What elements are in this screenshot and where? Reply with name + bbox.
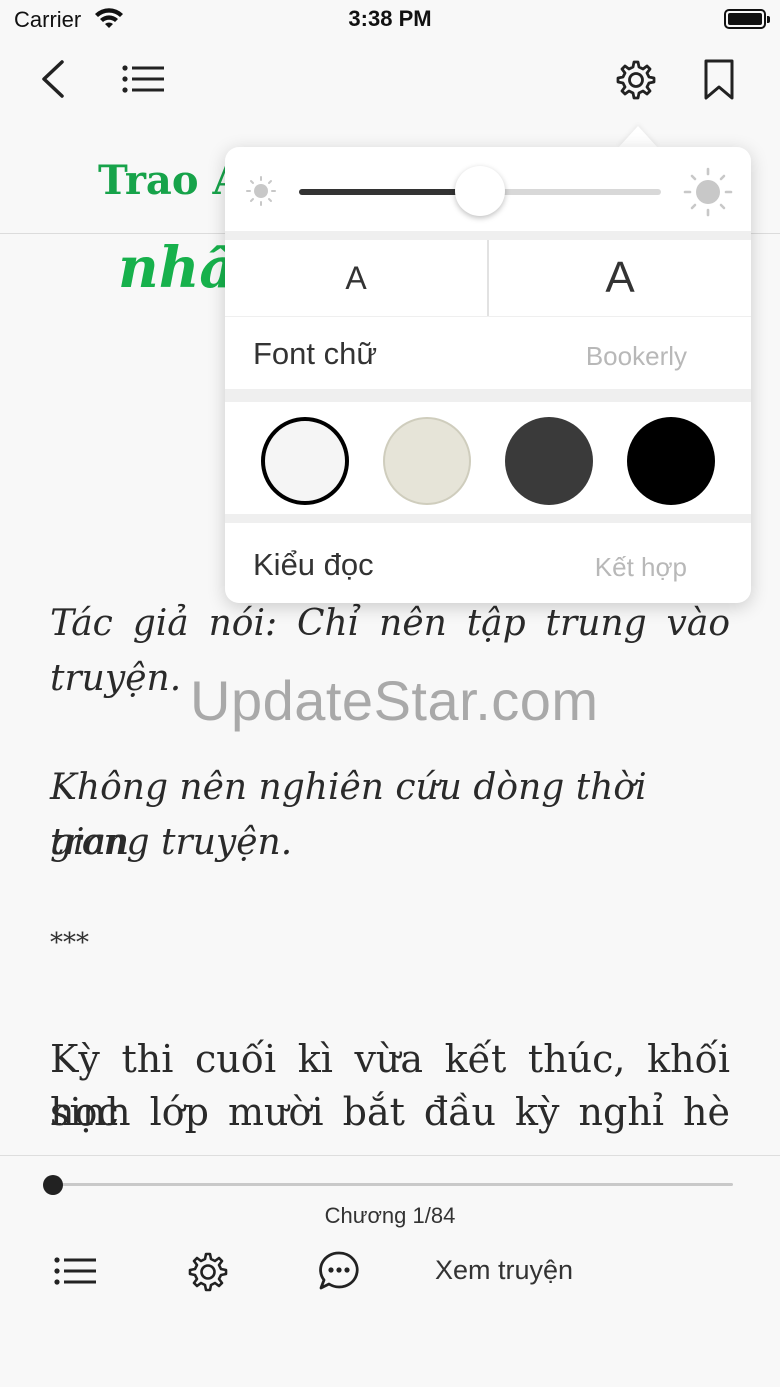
brightness-row — [225, 147, 751, 231]
chat-icon[interactable] — [318, 1250, 360, 1292]
back-icon[interactable] — [38, 58, 68, 100]
theme-white-swatch[interactable] — [261, 417, 349, 505]
read-story-button[interactable]: Xem truyện — [435, 1255, 573, 1286]
font-size-row: A A — [225, 240, 751, 316]
reading-mode-label: Kiểu đọc — [253, 547, 374, 582]
bottom-toolbar — [0, 1155, 780, 1387]
reading-mode-row[interactable]: Kiểu đọc Kết hợp — [225, 523, 751, 603]
settings-gear-icon[interactable] — [188, 1252, 228, 1292]
font-row[interactable]: Font chữ Bookerly — [225, 317, 751, 389]
chapter-title-line1: Trao A — [98, 157, 244, 204]
chapter-progress-track[interactable] — [53, 1183, 733, 1186]
font-value: Bookerly — [585, 341, 687, 371]
status-time: 3:38 PM — [348, 6, 432, 31]
status-bar: Carrier 3:38 PM — [0, 0, 780, 40]
gear-icon[interactable] — [616, 60, 656, 100]
theme-black-swatch[interactable] — [627, 417, 715, 505]
decrease-font-size-button[interactable]: A — [225, 240, 487, 316]
watermark: UpdateStar.com — [190, 669, 599, 732]
list-icon[interactable] — [54, 1256, 98, 1286]
paragraph-3-line-2: sinh lớp mười bắt đầu kỳ nghỉ hè — [50, 1090, 730, 1134]
bookmark-icon[interactable] — [702, 58, 736, 102]
theme-sepia-swatch[interactable] — [383, 417, 471, 505]
paragraph-2-line-2: trong truyện. — [50, 822, 293, 863]
brightness-fill — [299, 189, 480, 195]
font-label: Font chữ — [253, 336, 378, 371]
brightness-slider-knob[interactable] — [455, 166, 505, 216]
chapter-title-line2: nhấ — [118, 235, 236, 301]
brightness-low-icon — [246, 176, 276, 206]
theme-row — [225, 402, 751, 514]
chapter-progress-knob[interactable] — [43, 1175, 63, 1195]
battery-icon — [724, 9, 770, 29]
theme-dark-gray-swatch[interactable] — [505, 417, 593, 505]
increase-font-size-button[interactable]: A — [489, 240, 751, 316]
brightness-high-icon — [683, 167, 733, 217]
table-of-contents-icon[interactable] — [122, 64, 166, 94]
chapter-count-label: Chương 1/84 — [324, 1203, 456, 1228]
popover-arrow — [618, 126, 658, 148]
reading-settings-popover: A A Font chữ Bookerly Kiểu đọc Kết hợp — [225, 147, 751, 603]
section-separator: *** — [50, 928, 89, 958]
reading-mode-value: Kết hợp — [594, 552, 687, 582]
paragraph-1-line-1: Tác giả nói: Chỉ nên tập trung vào — [50, 603, 730, 644]
